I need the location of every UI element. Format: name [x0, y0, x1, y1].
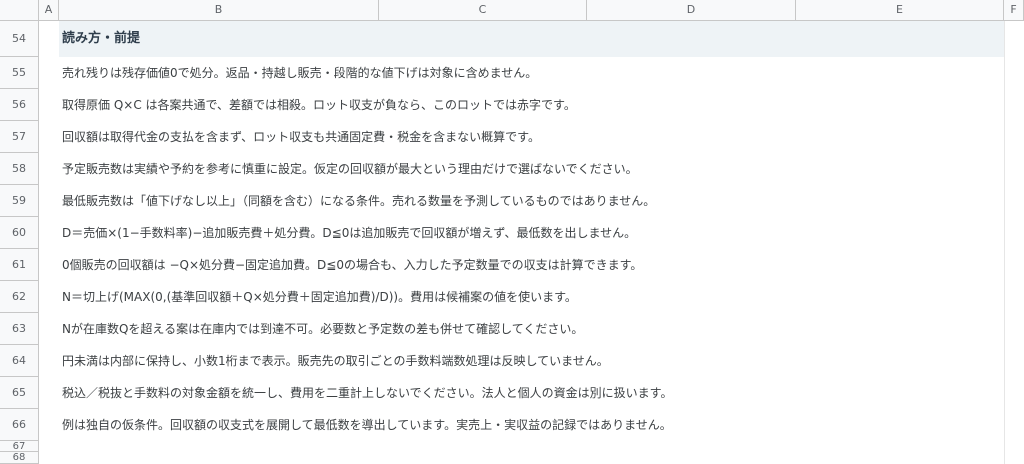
note-cell[interactable]: 最低販売数は「値下げなし以上」（同額を含む）になる条件。売れる数量を予測している…	[59, 185, 1004, 217]
column-header-b[interactable]: B	[59, 0, 379, 20]
note-cell[interactable]: 0個販売の回収額は −Q×処分費−固定追加費。D≦0の場合も、入力した予定数量で…	[59, 249, 1004, 281]
note-cell[interactable]: 例は独自の仮条件。回収額の収支式を展開して最低数を導出しています。実売上・実収益…	[59, 409, 1004, 441]
note-cell[interactable]: 売れ残りは残存価値0で処分。返品・持越し販売・段階的な値下げは対象に含めません。	[59, 57, 1004, 89]
row-header-62[interactable]: 62	[0, 281, 39, 313]
row-header-68[interactable]: 68	[0, 452, 39, 464]
note-cell[interactable]: N＝切上げ(MAX(0,(基準回収額＋Q×処分費＋固定追加費)/D))。費用は候…	[59, 281, 1004, 313]
row-header-65[interactable]: 65	[0, 377, 39, 409]
note-cell[interactable]: 予定販売数は実績や予約を参考に慎重に設定。仮定の回収額が最大という理由だけで選ば…	[59, 153, 1004, 185]
column-header-d[interactable]: D	[587, 0, 796, 20]
row-header-67[interactable]: 67	[0, 441, 39, 452]
note-cell[interactable]: 回収額は取得代金の支払を含まず、ロット収支も共通固定費・税金を含まない概算です。	[59, 121, 1004, 153]
note-cell[interactable]: 税込／税抜と手数料の対象金額を統一し、費用を二重計上しないでください。法人と個人…	[59, 377, 1004, 409]
row-header-56[interactable]: 56	[0, 89, 39, 121]
row-header-55[interactable]: 55	[0, 57, 39, 89]
column-header-e[interactable]: E	[796, 0, 1004, 20]
column-header-f[interactable]: F	[1004, 0, 1024, 20]
row-header-58[interactable]: 58	[0, 153, 39, 185]
column-header-bar: A B C D E F	[0, 0, 1024, 21]
column-header-a[interactable]: A	[39, 0, 59, 20]
select-all-corner[interactable]	[0, 0, 39, 20]
note-cell[interactable]: Nが在庫数Qを超える案は在庫内では到達不可。必要数と予定数の差も併せて確認してく…	[59, 313, 1004, 345]
column-header-c[interactable]: C	[379, 0, 587, 20]
section-title-cell[interactable]: 読み方・前提	[59, 21, 1004, 57]
row-header-54[interactable]: 54	[0, 21, 39, 57]
row-header-61[interactable]: 61	[0, 249, 39, 281]
row-header-60[interactable]: 60	[0, 217, 39, 249]
row-header-57[interactable]: 57	[0, 121, 39, 153]
note-cell[interactable]	[59, 452, 1004, 464]
note-cell[interactable]: 取得原価 Q×C は各案共通で、差額では相殺。ロット収支が負なら、このロットでは…	[59, 89, 1004, 121]
column-divider-f	[1004, 21, 1005, 464]
row-header-66[interactable]: 66	[0, 409, 39, 441]
row-header-64[interactable]: 64	[0, 345, 39, 377]
note-cell[interactable]	[59, 441, 1004, 452]
note-cell[interactable]: D＝売価×(1−手数料率)−追加販売費＋処分費。D≦0は追加販売で回収額が増えず…	[59, 217, 1004, 249]
note-cell[interactable]: 円未満は内部に保持し、小数1桁まで表示。販売先の取引ごとの手数料端数処理は反映し…	[59, 345, 1004, 377]
row-header-59[interactable]: 59	[0, 185, 39, 217]
row-header-63[interactable]: 63	[0, 313, 39, 345]
